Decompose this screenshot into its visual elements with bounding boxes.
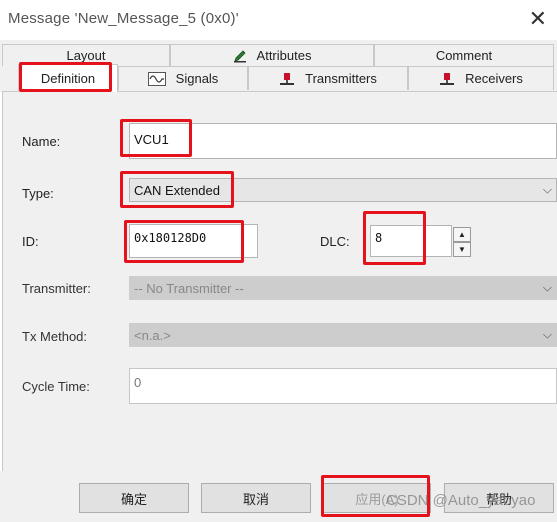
spin-up-icon[interactable]: ▲ [453, 227, 471, 242]
id-label: ID: [22, 234, 39, 249]
dlc-label: DLC: [320, 234, 350, 249]
tab-layout-label: Layout [66, 48, 106, 63]
type-select-value: CAN Extended [134, 183, 220, 198]
chevron-down-icon: ⌵ [542, 280, 552, 295]
tab-definition[interactable]: Definition [18, 64, 118, 92]
help-button[interactable]: 帮助 [444, 483, 554, 513]
close-icon[interactable]: ✕ [529, 6, 547, 32]
ok-button[interactable]: 确定 [79, 483, 189, 513]
tab-signals-label: Signals [175, 71, 219, 86]
apply-button[interactable]: 应用(A) [323, 483, 431, 513]
spin-down-icon[interactable]: ▼ [453, 242, 471, 257]
transmitter-select[interactable]: -- No Transmitter -- ⌵ [129, 276, 557, 300]
txmethod-label: Tx Method: [22, 329, 88, 344]
window-title: Message 'New_Message_5 (0x0)' [8, 10, 239, 27]
tab-receivers[interactable]: Receivers [408, 66, 554, 90]
chevron-down-icon: ⌵ [542, 182, 552, 197]
tab-transmitters[interactable]: Transmitters [248, 66, 408, 90]
tab-attributes[interactable]: Attributes [170, 44, 374, 66]
tab-receivers-label: Receivers [465, 71, 523, 86]
name-input[interactable]: VCU1 [129, 123, 557, 159]
tab-layout[interactable]: Layout [2, 44, 170, 66]
txmethod-select[interactable]: <n.a.> ⌵ [129, 323, 557, 347]
id-input[interactable]: 0x180128D0 [129, 224, 258, 258]
signal-wave-icon [147, 71, 166, 86]
dlc-input[interactable]: 8 [370, 225, 452, 257]
pencil-icon [233, 49, 247, 63]
tab-signals[interactable]: Signals [118, 66, 248, 90]
tab-definition-label: Definition [40, 71, 96, 86]
tab-attributes-label: Attributes [256, 48, 312, 63]
transmitter-select-value: -- No Transmitter -- [134, 281, 244, 296]
receiver-icon [439, 72, 455, 86]
txmethod-select-value: <n.a.> [134, 328, 171, 343]
cancel-button[interactable]: 取消 [201, 483, 311, 513]
title-bar: Message 'New_Message_5 (0x0)' ✕ [0, 0, 557, 38]
transmitter-label: Transmitter: [22, 281, 91, 296]
tab-transmitters-label: Transmitters [305, 71, 377, 86]
transmitter-icon [279, 72, 295, 86]
tab-comment[interactable]: Comment [374, 44, 554, 66]
cycletime-input[interactable]: 0 [129, 368, 557, 404]
cycletime-label: Cycle Time: [22, 379, 90, 394]
type-label: Type: [22, 186, 54, 201]
chevron-down-icon: ⌵ [542, 327, 552, 342]
tab-comment-label: Comment [435, 48, 493, 63]
type-select[interactable]: CAN Extended ⌵ [129, 178, 557, 202]
name-label: Name: [22, 134, 61, 149]
